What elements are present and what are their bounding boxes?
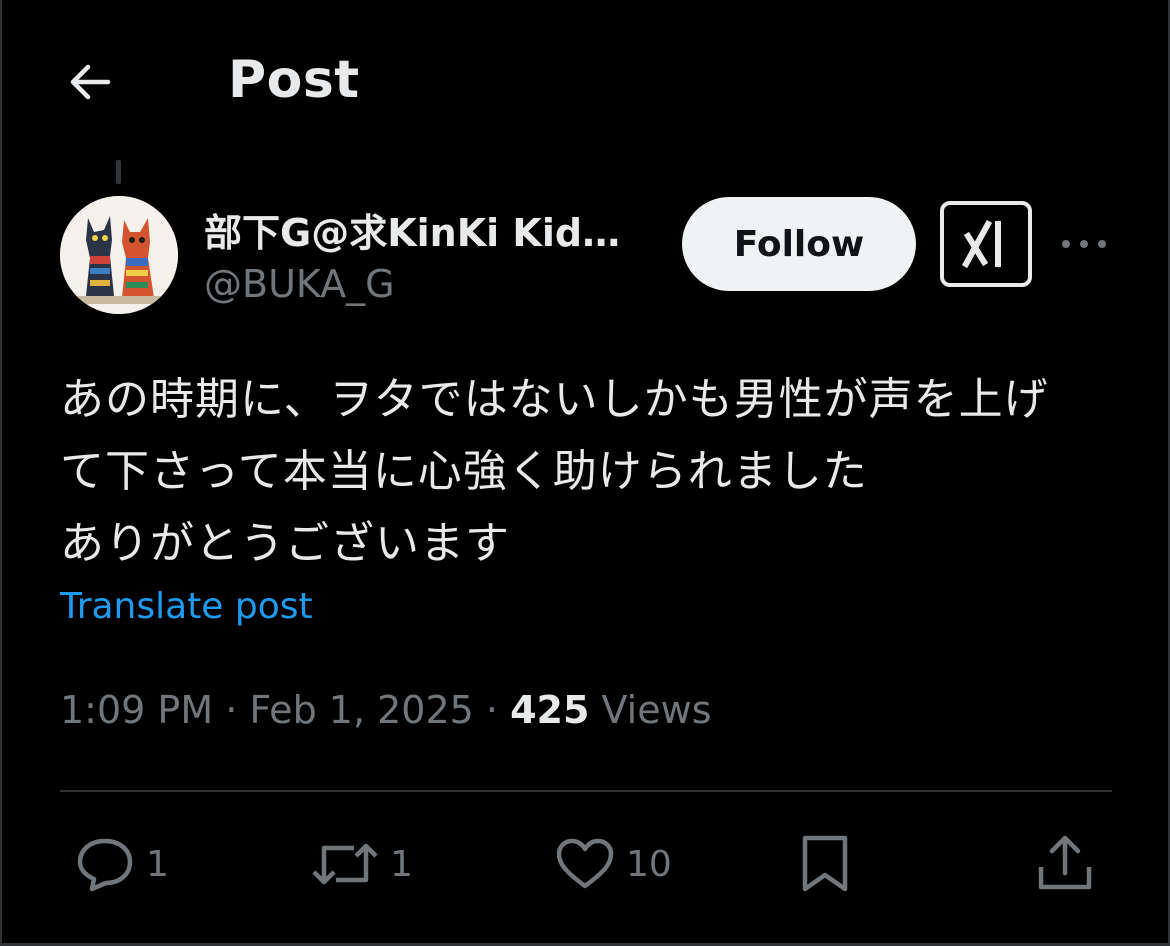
more-options-button[interactable] (1052, 220, 1116, 268)
views-label: Views (601, 688, 712, 732)
avatar[interactable] (60, 196, 178, 314)
thread-connector-line (116, 160, 121, 184)
back-button[interactable] (58, 50, 122, 114)
post-screen: Post 部下G@求KinKi Kid… @BUKA_G Follow あの時期… (0, 0, 1170, 946)
avatar-image (60, 196, 178, 314)
post-text-line: ありがとうございます (60, 518, 510, 569)
author-display-name[interactable]: 部下G@求KinKi Kid… (204, 202, 644, 257)
reply-button[interactable]: 1 (74, 830, 169, 898)
reply-icon (74, 835, 136, 893)
like-count: 10 (626, 843, 672, 885)
bookmark-button[interactable] (798, 830, 852, 898)
meta-separator: · (485, 688, 498, 732)
like-button[interactable]: 10 (554, 830, 672, 898)
share-icon (1034, 833, 1096, 895)
post-metadata: 1:09 PM · Feb 1, 2025 · 425 Views (60, 688, 712, 732)
more-horizontal-icon (1060, 238, 1108, 250)
post-time[interactable]: 1:09 PM (60, 688, 213, 732)
bookmark-icon (798, 833, 852, 895)
repost-count: 1 (390, 843, 413, 885)
views-count: 425 (510, 688, 590, 732)
post-text: あの時期に、ヲタではないしかも男性が声を上げ て下さって本当に心強く助けられまし… (60, 364, 1130, 580)
grok-button[interactable] (940, 201, 1032, 287)
grok-icon (958, 216, 1014, 272)
repost-icon (310, 836, 380, 892)
divider (60, 790, 1112, 792)
arrow-left-icon (66, 58, 114, 106)
post-date[interactable]: Feb 1, 2025 (249, 688, 473, 732)
meta-separator: · (225, 688, 238, 732)
heart-icon (554, 836, 616, 892)
repost-button[interactable]: 1 (310, 830, 413, 898)
reply-count: 1 (146, 843, 169, 885)
page-title: Post (228, 50, 360, 110)
post-text-line: て下さって本当に心強く助けられました (60, 446, 868, 497)
follow-button[interactable]: Follow (682, 197, 916, 291)
author-handle[interactable]: @BUKA_G (204, 262, 395, 306)
translate-post-link[interactable]: Translate post (60, 586, 313, 627)
share-button[interactable] (1034, 830, 1096, 898)
post-text-line: あの時期に、ヲタではないしかも男性が声を上げ (60, 374, 1049, 425)
